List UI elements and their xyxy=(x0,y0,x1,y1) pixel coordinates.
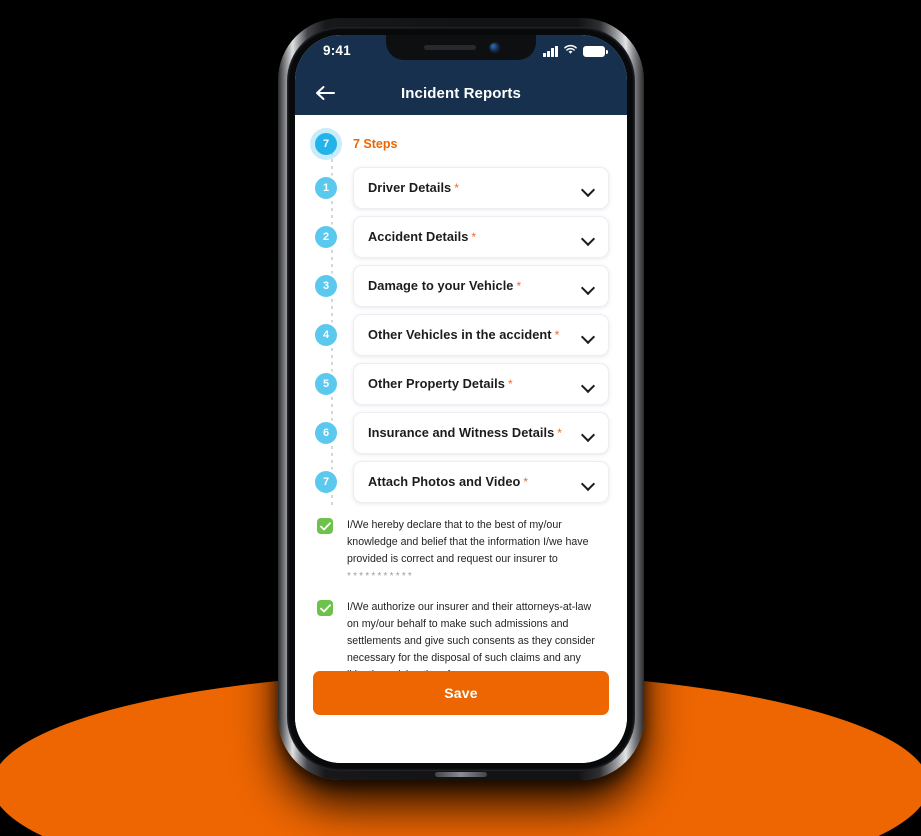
cellular-signal-icon xyxy=(543,45,558,57)
chevron-down-icon[interactable] xyxy=(582,234,594,241)
wifi-icon xyxy=(563,42,578,60)
required-marker-5: * xyxy=(507,377,513,391)
step-badge-6: 6 xyxy=(315,422,337,444)
declaration-text-1: I/We hereby declare that to the best of … xyxy=(347,517,603,585)
chevron-down-icon[interactable] xyxy=(582,479,594,486)
declaration-body-1: I/We hereby declare that to the best of … xyxy=(347,519,589,565)
declaration-item: I/We hereby declare that to the best of … xyxy=(295,517,627,585)
footer-actions: Save xyxy=(295,671,627,715)
required-marker-7: * xyxy=(523,475,529,489)
status-bar: 9:41 xyxy=(295,35,627,71)
step-label-4: Other Vehicles in the accident xyxy=(368,327,552,342)
chevron-down-icon[interactable] xyxy=(582,332,594,339)
accordion-label: Damage to your Vehicle * xyxy=(368,277,521,295)
accordion-label: Accident Details * xyxy=(368,228,476,246)
step-badge-4: 4 xyxy=(315,324,337,346)
declaration-checkbox-1[interactable] xyxy=(317,518,333,534)
accordion-driver-details[interactable]: Driver Details * xyxy=(353,167,609,209)
step-label-2: Accident Details xyxy=(368,229,469,244)
steps-count-label: 7 Steps xyxy=(353,137,398,151)
steps-header-row: 7 7 Steps xyxy=(295,129,627,159)
back-arrow-icon[interactable] xyxy=(311,79,339,107)
accordion-accident-details[interactable]: Accident Details * xyxy=(353,216,609,258)
declaration-body-2: I/We authorize our insurer and their att… xyxy=(347,601,595,681)
required-marker-2: * xyxy=(471,230,477,244)
page-title: Incident Reports xyxy=(401,84,521,102)
step-badge-5: 5 xyxy=(315,373,337,395)
battery-full-icon xyxy=(583,45,608,57)
list-item: 3 Damage to your Vehicle * xyxy=(295,265,627,307)
step-label-6: Insurance and Witness Details xyxy=(368,425,555,440)
required-marker-3: * xyxy=(516,279,522,293)
chevron-down-icon[interactable] xyxy=(582,430,594,437)
front-camera-icon xyxy=(489,43,499,52)
required-marker-1: * xyxy=(454,181,459,195)
chevron-down-icon[interactable] xyxy=(582,283,594,290)
list-item: 5 Other Property Details * xyxy=(295,363,627,405)
accordion-attach-photos-and-video[interactable]: Attach Photos and Video * xyxy=(353,461,609,503)
step-badge-1: 1 xyxy=(315,177,337,199)
step-label-7: Attach Photos and Video xyxy=(368,474,521,489)
chevron-down-icon[interactable] xyxy=(582,381,594,388)
phone-screen: 9:41 Incident Reports 7 7 Steps 1 Driver… xyxy=(295,35,627,763)
accordion-label: Driver Details * xyxy=(368,179,459,197)
status-bar-time: 9:41 xyxy=(323,43,351,58)
status-bar-icons xyxy=(543,42,608,60)
earpiece-speaker xyxy=(423,45,476,50)
step-badge-7: 7 xyxy=(315,471,337,493)
accordion-other-property-details[interactable]: Other Property Details * xyxy=(353,363,609,405)
accordion-label: Other Vehicles in the accident * xyxy=(368,326,559,344)
list-item: 7 Attach Photos and Video * xyxy=(295,461,627,503)
bottom-speaker-grille xyxy=(435,772,487,777)
declaration-masked-1: *********** xyxy=(347,571,415,582)
steps-count-badge: 7 xyxy=(315,133,337,155)
accordion-damage-to-your-vehicle[interactable]: Damage to your Vehicle * xyxy=(353,265,609,307)
form-body: 7 7 Steps 1 Driver Details * 2 Accident … xyxy=(295,115,627,763)
app-header: Incident Reports xyxy=(295,71,627,115)
accordion-label: Attach Photos and Video * xyxy=(368,473,528,491)
list-item: 6 Insurance and Witness Details * xyxy=(295,412,627,454)
accordion-label: Insurance and Witness Details * xyxy=(368,424,562,442)
step-label-1: Driver Details xyxy=(368,180,452,195)
phone-notch xyxy=(386,35,536,60)
step-label-3: Damage to your Vehicle xyxy=(368,278,514,293)
step-badge-3: 3 xyxy=(315,275,337,297)
accordion-label: Other Property Details * xyxy=(368,375,513,393)
chevron-down-icon[interactable] xyxy=(582,185,594,192)
step-badge-2: 2 xyxy=(315,226,337,248)
step-label-5: Other Property Details xyxy=(368,376,505,391)
phone-mockup: 9:41 Incident Reports 7 7 Steps 1 Driver… xyxy=(278,18,644,780)
required-marker-6: * xyxy=(557,426,562,440)
declaration-checkbox-2[interactable] xyxy=(317,600,333,616)
accordion-insurance-and-witness-details[interactable]: Insurance and Witness Details * xyxy=(353,412,609,454)
accordion-other-vehicles-in-the-accident[interactable]: Other Vehicles in the accident * xyxy=(353,314,609,356)
required-marker-4: * xyxy=(554,328,560,342)
list-item: 4 Other Vehicles in the accident * xyxy=(295,314,627,356)
list-item: 2 Accident Details * xyxy=(295,216,627,258)
save-button[interactable]: Save xyxy=(313,671,609,715)
screenshot-canvas: 9:41 Incident Reports 7 7 Steps 1 Driver… xyxy=(0,0,921,836)
list-item: 1 Driver Details * xyxy=(295,167,627,209)
